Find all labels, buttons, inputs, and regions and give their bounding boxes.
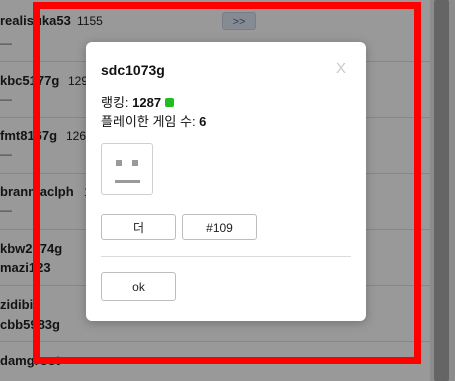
avatar-mouth <box>115 180 140 183</box>
rank-label: 랭킹: <box>101 95 133 110</box>
avatar-eye-left <box>116 160 122 166</box>
avatar-eye-right <box>132 160 138 166</box>
games-played-value: 6 <box>199 114 207 129</box>
more-button[interactable]: 더 <box>101 214 176 240</box>
ok-button[interactable]: ok <box>101 272 176 301</box>
online-status-icon <box>165 98 175 107</box>
divider <box>101 256 351 257</box>
close-icon[interactable]: X <box>336 60 346 77</box>
rank-value: 1287 <box>132 95 162 110</box>
dialog-title: sdc1073g <box>101 62 165 78</box>
games-played-line: 플레이한 게임 수: 6 <box>101 111 206 130</box>
rank-line: 랭킹: 1287 <box>101 92 175 111</box>
games-played-label: 플레이한 게임 수: <box>101 114 200 129</box>
player-info-dialog: sdc1073g X 랭킹: 1287 플레이한 게임 수: 6 더 #109 … <box>86 42 366 321</box>
number-button[interactable]: #109 <box>182 214 257 240</box>
robot-face-icon <box>101 143 153 195</box>
